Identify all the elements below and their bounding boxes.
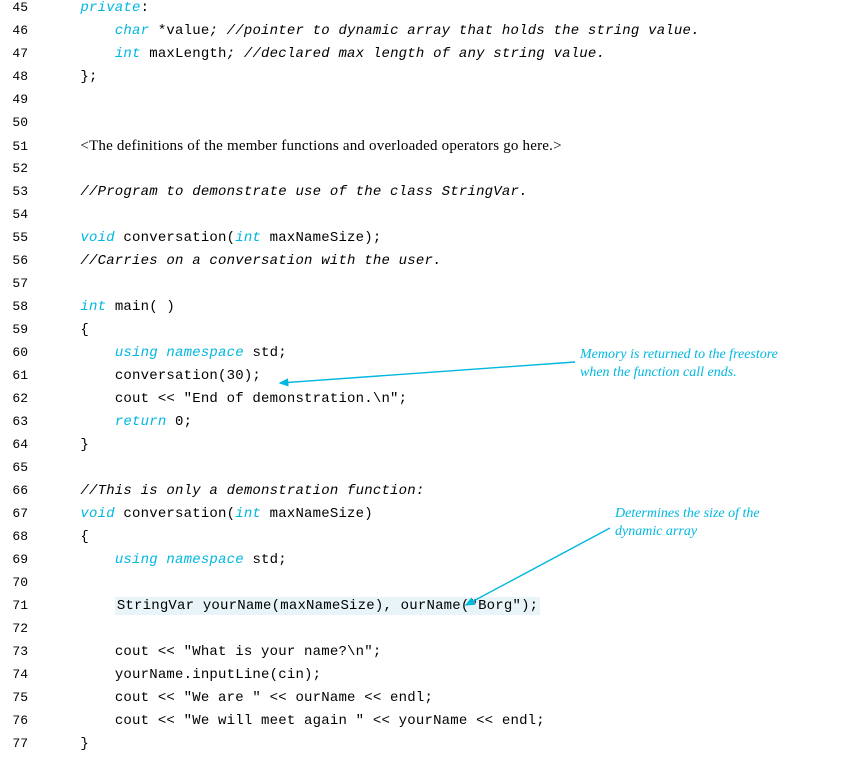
code-line: 71 StringVar yourName(maxNameSize), ourN… xyxy=(0,598,867,621)
code-text: int maxLength; //declared max length of … xyxy=(46,46,605,62)
code-line: 70 xyxy=(0,575,867,598)
code-line: 75 cout << "We are " << ourName << endl; xyxy=(0,690,867,713)
line-number: 59 xyxy=(0,322,46,337)
line-number: 47 xyxy=(0,46,46,61)
code-line: 69 using namespace std; xyxy=(0,552,867,575)
line-number: 60 xyxy=(0,345,46,360)
body-note: <The definitions of the member functions… xyxy=(80,138,561,154)
code-line: 50 xyxy=(0,115,867,138)
highlighted-code: StringVar yourName(maxNameSize), ourName… xyxy=(115,597,540,615)
code-text: }; xyxy=(46,69,98,85)
code-text: int main( ) xyxy=(46,299,175,315)
line-number: 57 xyxy=(0,276,46,291)
line-number: 54 xyxy=(0,207,46,222)
code-line: 73 cout << "What is your name?\n"; xyxy=(0,644,867,667)
code-line: 53 //Program to demonstrate use of the c… xyxy=(0,184,867,207)
line-number: 70 xyxy=(0,575,46,590)
code-line: 63 return 0; xyxy=(0,414,867,437)
code-text: void conversation(int maxNameSize) xyxy=(46,506,373,522)
line-number: 64 xyxy=(0,437,46,452)
code-text: cout << "End of demonstration.\n"; xyxy=(46,391,407,407)
line-number: 62 xyxy=(0,391,46,406)
code-text: cout << "We are " << ourName << endl; xyxy=(46,690,433,706)
code-line: 72 xyxy=(0,621,867,644)
line-number: 75 xyxy=(0,690,46,705)
line-number: 72 xyxy=(0,621,46,636)
code-line: 48 }; xyxy=(0,69,867,92)
code-text: conversation(30); xyxy=(46,368,261,384)
line-number: 61 xyxy=(0,368,46,383)
line-number: 46 xyxy=(0,23,46,38)
line-number: 53 xyxy=(0,184,46,199)
annotation-dynamic-array-size: Determines the size of the dynamic array xyxy=(615,505,845,540)
code-line: 76 cout << "We will meet again " << your… xyxy=(0,713,867,736)
code-line: 47 int maxLength; //declared max length … xyxy=(0,46,867,69)
code-text: return 0; xyxy=(46,414,192,430)
code-line: 45 private: xyxy=(0,0,867,23)
code-text: using namespace std; xyxy=(46,552,287,568)
code-line: 74 yourName.inputLine(cin); xyxy=(0,667,867,690)
line-number: 74 xyxy=(0,667,46,682)
line-number: 45 xyxy=(0,0,46,15)
code-text: //Program to demonstrate use of the clas… xyxy=(46,184,528,200)
annotation-memory-freestore: Memory is returned to the freestore when… xyxy=(580,346,840,381)
line-number: 51 xyxy=(0,139,46,154)
annotation-text: when the function call ends. xyxy=(580,364,840,382)
line-number: 48 xyxy=(0,69,46,84)
code-text: using namespace std; xyxy=(46,345,287,361)
code-text: //Carries on a conversation with the use… xyxy=(46,253,442,269)
code-text: void conversation(int maxNameSize); xyxy=(46,230,381,246)
code-line: 59 { xyxy=(0,322,867,345)
line-number: 71 xyxy=(0,598,46,613)
annotation-text: Memory is returned to the freestore xyxy=(580,346,840,364)
code-text: //This is only a demonstration function: xyxy=(46,483,424,499)
code-text: yourName.inputLine(cin); xyxy=(46,667,321,683)
code-text: { xyxy=(46,529,89,545)
code-line: 56 //Carries on a conversation with the … xyxy=(0,253,867,276)
line-number: 77 xyxy=(0,736,46,751)
code-line: 57 xyxy=(0,276,867,299)
line-number: 68 xyxy=(0,529,46,544)
line-number: 50 xyxy=(0,115,46,130)
line-number: 67 xyxy=(0,506,46,521)
code-text: { xyxy=(46,322,89,338)
line-number: 49 xyxy=(0,92,46,107)
code-line: 64 } xyxy=(0,437,867,460)
annotation-text: Determines the size of the xyxy=(615,505,845,523)
code-text: private: xyxy=(46,0,149,16)
code-text: cout << "We will meet again " << yourNam… xyxy=(46,713,545,729)
code-line: 46 char *value; //pointer to dynamic arr… xyxy=(0,23,867,46)
code-line: 49 xyxy=(0,92,867,115)
line-number: 76 xyxy=(0,713,46,728)
line-number: 58 xyxy=(0,299,46,314)
code-line: 58 int main( ) xyxy=(0,299,867,322)
line-number: 69 xyxy=(0,552,46,567)
line-number: 73 xyxy=(0,644,46,659)
code-text: } xyxy=(46,736,89,752)
code-text: cout << "What is your name?\n"; xyxy=(46,644,381,660)
code-text: <The definitions of the member functions… xyxy=(46,138,562,155)
code-line: 65 xyxy=(0,460,867,483)
code-listing-page: 45 private: 46 char *value; //pointer to… xyxy=(0,0,867,770)
code-line: 66 //This is only a demonstration functi… xyxy=(0,483,867,506)
line-number: 65 xyxy=(0,460,46,475)
code-line: 77 } xyxy=(0,736,867,759)
code-line: 52 xyxy=(0,161,867,184)
code-text: } xyxy=(46,437,89,453)
line-number: 66 xyxy=(0,483,46,498)
code-text: char *value; //pointer to dynamic array … xyxy=(46,23,700,39)
line-number: 63 xyxy=(0,414,46,429)
code-line: 62 cout << "End of demonstration.\n"; xyxy=(0,391,867,414)
line-number: 56 xyxy=(0,253,46,268)
code-line: 55 void conversation(int maxNameSize); xyxy=(0,230,867,253)
line-number: 55 xyxy=(0,230,46,245)
line-number: 52 xyxy=(0,161,46,176)
code-text: StringVar yourName(maxNameSize), ourName… xyxy=(46,598,540,614)
code-line: 54 xyxy=(0,207,867,230)
code-line: 51 <The definitions of the member functi… xyxy=(0,138,867,161)
annotation-text: dynamic array xyxy=(615,523,845,541)
